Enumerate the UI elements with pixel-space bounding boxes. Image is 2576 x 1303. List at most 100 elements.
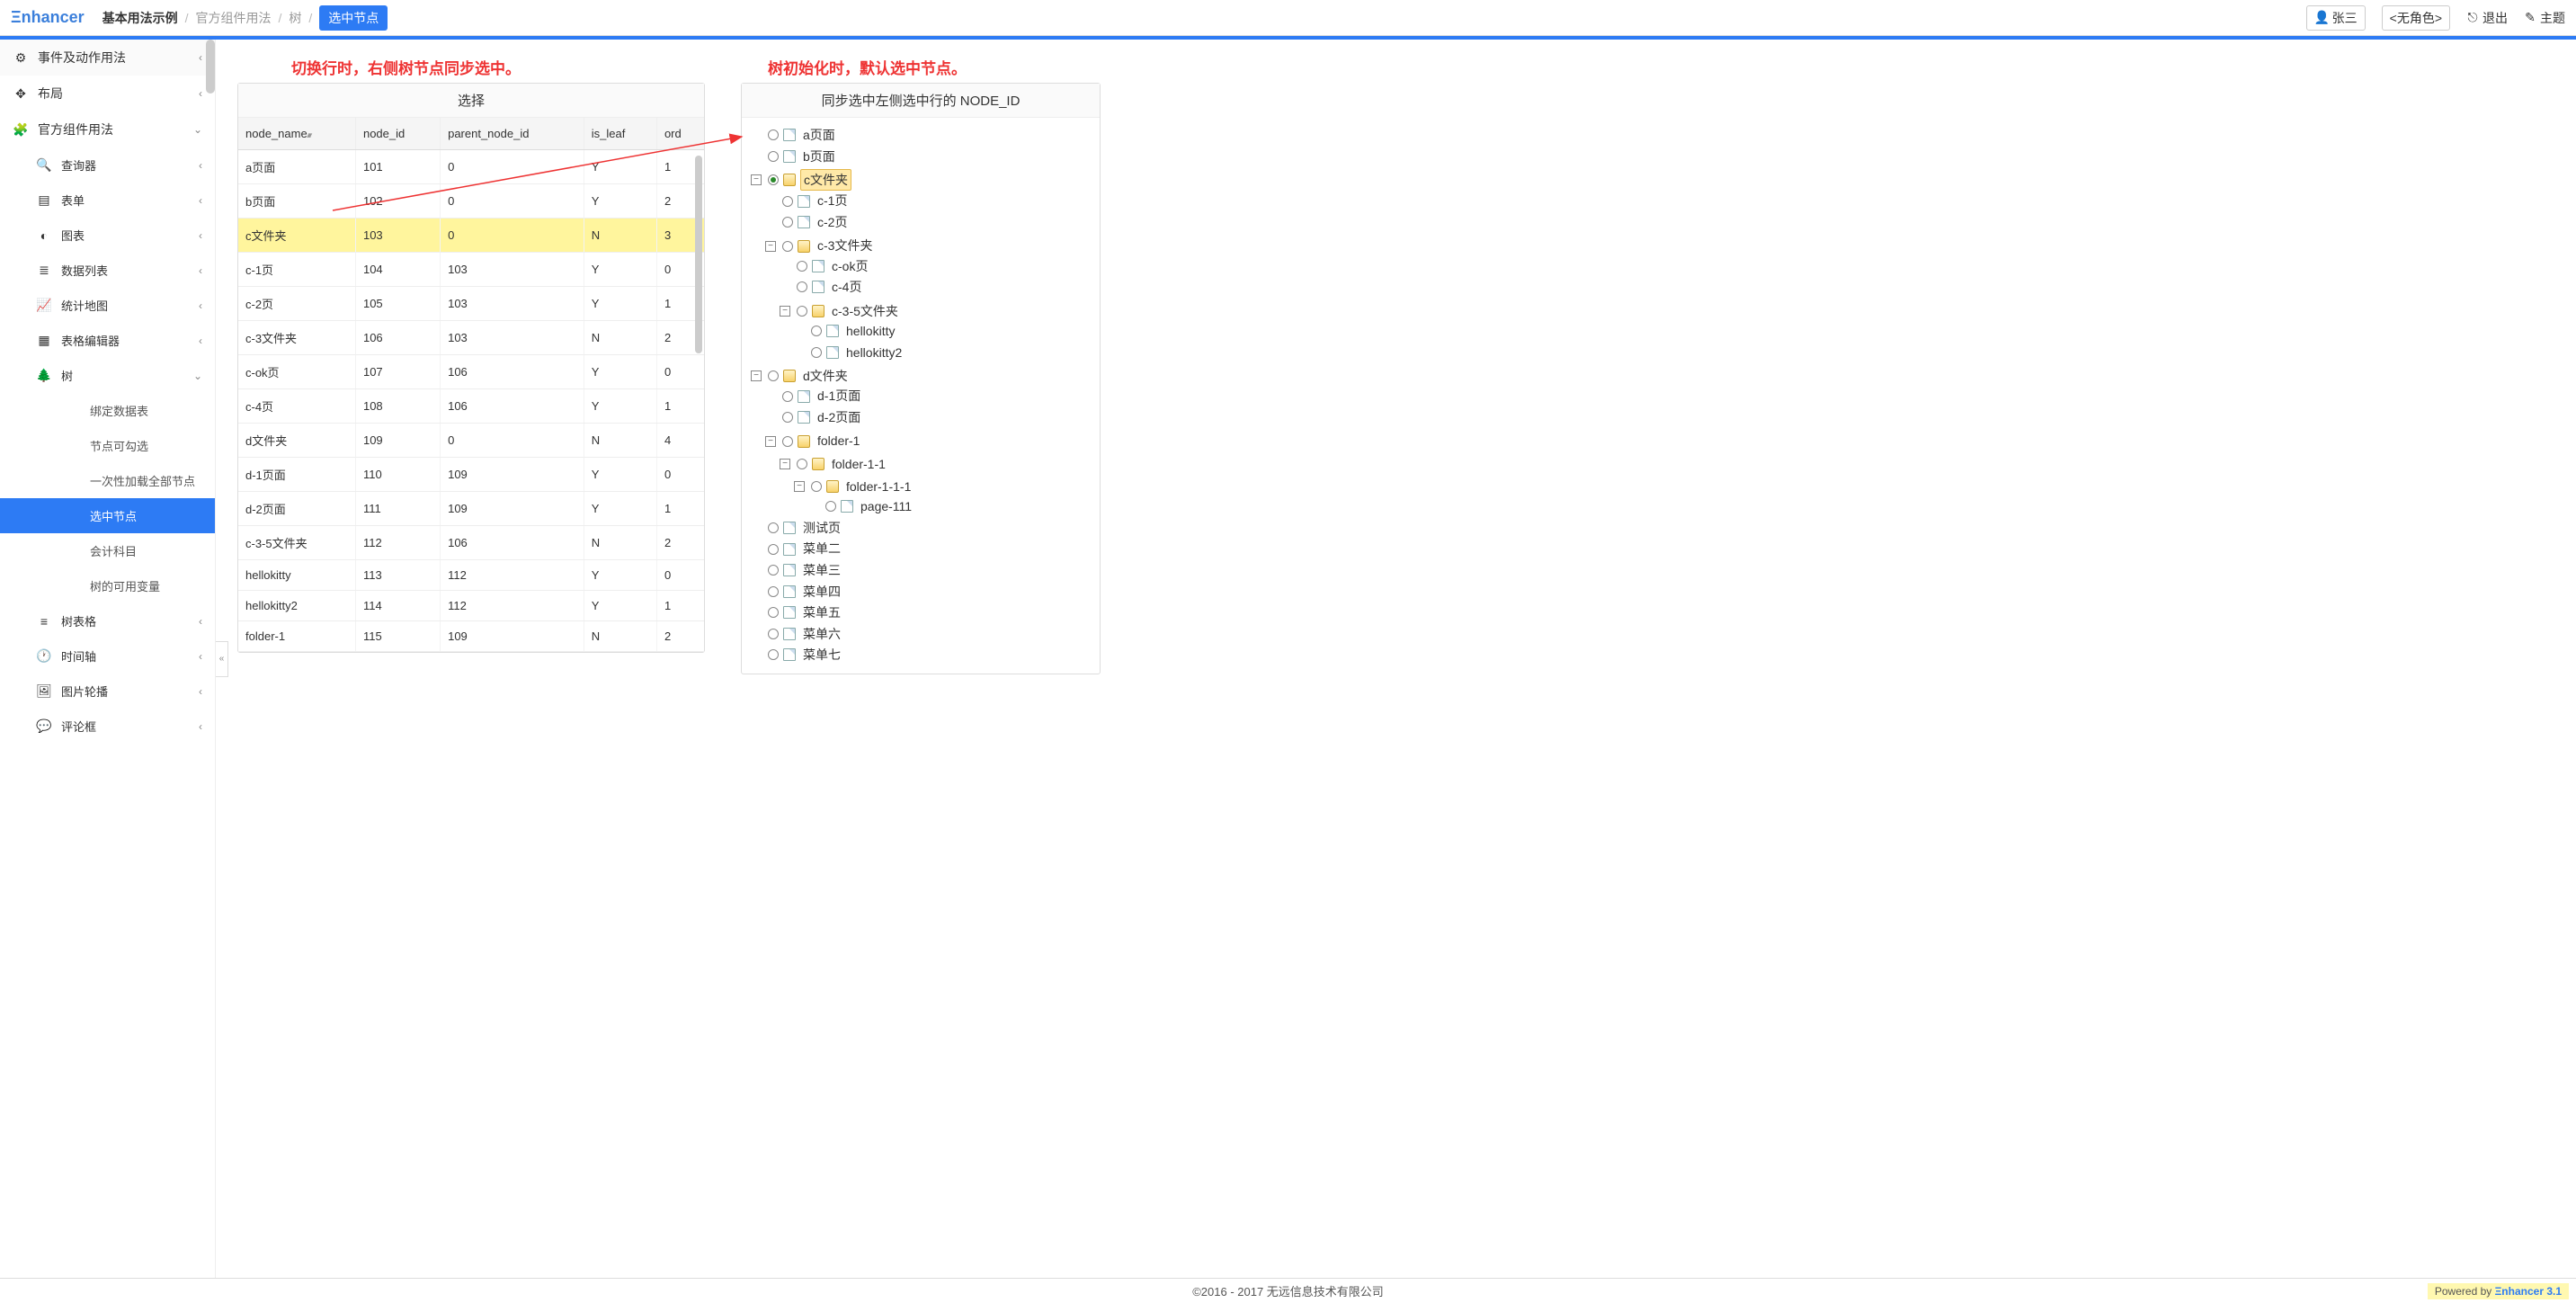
- tree-radio-icon[interactable]: [782, 241, 793, 252]
- sidebar-item-15[interactable]: 树的可用变量: [0, 568, 215, 603]
- tree-toggle-icon[interactable]: −: [780, 459, 790, 469]
- sidebar-scrollbar[interactable]: [206, 40, 215, 94]
- sidebar-item-12[interactable]: 一次性加载全部节点: [0, 463, 215, 498]
- sidebar-item-19[interactable]: 💬评论框‹: [0, 709, 215, 744]
- tree-radio-icon[interactable]: [797, 306, 807, 317]
- table-row[interactable]: d-2页面111109Y1: [238, 492, 704, 526]
- tree-node[interactable]: c-4页: [780, 277, 1091, 299]
- tree-radio-icon[interactable]: [768, 649, 779, 660]
- tree-node[interactable]: c-2页: [765, 212, 1091, 234]
- tree-node[interactable]: −d文件夹d-1页面d-2页面−folder-1−folder-1-1−fold…: [751, 363, 1091, 518]
- tree-node-label[interactable]: a页面: [800, 125, 838, 145]
- tree-radio-icon[interactable]: [768, 129, 779, 140]
- tree-node[interactable]: −folder-1-1−folder-1-1-1page-111: [780, 451, 1091, 518]
- table-row[interactable]: a页面1010Y1: [238, 150, 704, 184]
- tree-radio-icon[interactable]: [811, 347, 822, 358]
- tree-node-label[interactable]: folder-1-1-1: [843, 477, 914, 496]
- tree-node[interactable]: 菜单六: [751, 624, 1091, 646]
- sidebar-item-6[interactable]: ≣数据列表‹: [0, 253, 215, 288]
- breadcrumb-root[interactable]: 基本用法示例: [103, 9, 178, 27]
- tree-node-label[interactable]: d文件夹: [800, 366, 851, 386]
- table-row[interactable]: c-1页104103Y0: [238, 253, 704, 287]
- tree-toggle-icon[interactable]: −: [765, 241, 776, 252]
- column-header-parent_node_id[interactable]: parent_node_id: [441, 118, 584, 150]
- table-row[interactable]: c-2页105103Y1: [238, 287, 704, 321]
- tree-node[interactable]: 菜单二: [751, 539, 1091, 560]
- tree-node-label[interactable]: c-2页: [815, 212, 850, 232]
- breadcrumb-item-0[interactable]: 官方组件用法: [196, 9, 272, 27]
- tree-toggle-icon[interactable]: −: [751, 370, 762, 381]
- sidebar-item-11[interactable]: 节点可勾选: [0, 428, 215, 463]
- tree-node-label[interactable]: hellokitty2: [843, 343, 905, 362]
- tree-radio-icon[interactable]: [768, 174, 779, 185]
- tree-node[interactable]: c-ok页: [780, 256, 1091, 278]
- table-row[interactable]: b页面1020Y2: [238, 184, 704, 219]
- tree-node[interactable]: hellokitty2: [794, 343, 1091, 364]
- table-row[interactable]: c-3-5文件夹112106N2: [238, 526, 704, 560]
- sidebar-item-4[interactable]: ▤表单‹: [0, 183, 215, 218]
- theme-button[interactable]: ✎ 主题: [2524, 9, 2565, 27]
- logout-button[interactable]: ⎋ 退出: [2466, 9, 2508, 27]
- tree-node[interactable]: 菜单五: [751, 602, 1091, 624]
- tree-node[interactable]: a页面: [751, 125, 1091, 147]
- tree-radio-icon[interactable]: [825, 501, 836, 512]
- tree-toggle-icon[interactable]: −: [780, 306, 790, 317]
- tree-node-label[interactable]: 菜单七: [800, 645, 843, 665]
- tree-radio-icon[interactable]: [768, 544, 779, 555]
- tree-toggle-icon[interactable]: −: [794, 481, 805, 492]
- tree-node-label[interactable]: c-4页: [829, 277, 864, 297]
- tree-node[interactable]: 菜单四: [751, 582, 1091, 603]
- tree-node-label[interactable]: c-3文件夹: [815, 236, 875, 255]
- tree-node-label[interactable]: c-ok页: [829, 256, 870, 276]
- table-row[interactable]: hellokitty113112Y0: [238, 560, 704, 591]
- tree-radio-icon[interactable]: [782, 436, 793, 447]
- sidebar-item-17[interactable]: 🕐时间轴‹: [0, 638, 215, 674]
- tree-toggle-icon[interactable]: −: [751, 174, 762, 185]
- tree-toggle-icon[interactable]: −: [765, 436, 776, 447]
- tree-node-label[interactable]: 菜单五: [800, 602, 843, 622]
- sidebar-item-5[interactable]: ◐图表‹: [0, 218, 215, 253]
- tree-node[interactable]: −folder-1−folder-1-1−folder-1-1-1page-11…: [765, 429, 1091, 518]
- tree-node-label[interactable]: 菜单二: [800, 539, 843, 558]
- sidebar-collapse-handle[interactable]: «: [216, 641, 228, 677]
- tree-node[interactable]: hellokitty: [794, 321, 1091, 343]
- tree-node-label[interactable]: b页面: [800, 147, 838, 166]
- column-header-is_leaf[interactable]: is_leaf: [584, 118, 656, 150]
- sidebar-item-7[interactable]: 📈统计地图‹: [0, 288, 215, 323]
- tree-radio-icon[interactable]: [768, 370, 779, 381]
- tree-node[interactable]: −c文件夹c-1页c-2页−c-3文件夹c-ok页c-4页−c-3-5文件夹he…: [751, 167, 1091, 363]
- tree-node-label[interactable]: c-3-5文件夹: [829, 301, 901, 321]
- tree-node[interactable]: 测试页: [751, 518, 1091, 540]
- column-header-node_name[interactable]: node_name: [238, 118, 355, 150]
- tree-node[interactable]: − folder-1-1-1page-111: [794, 474, 1091, 518]
- sidebar-item-14[interactable]: 会计科目: [0, 533, 215, 568]
- tree-radio-icon[interactable]: [811, 326, 822, 336]
- tree-radio-icon[interactable]: [768, 629, 779, 639]
- tree-radio-icon[interactable]: [768, 607, 779, 618]
- tree-radio-icon[interactable]: [782, 196, 793, 207]
- user-badge[interactable]: 👤 张三: [2306, 5, 2366, 31]
- table-row[interactable]: c-3文件夹106103N2: [238, 321, 704, 355]
- table-row[interactable]: c-ok页107106Y0: [238, 355, 704, 389]
- tree-radio-icon[interactable]: [768, 151, 779, 162]
- sidebar-item-2[interactable]: 🧩官方组件用法⌄: [0, 112, 215, 147]
- sidebar-item-9[interactable]: 🌲树⌄: [0, 358, 215, 393]
- tree-node[interactable]: − c-3-5文件夹hellokittyhellokitty2: [780, 299, 1091, 363]
- sidebar-item-1[interactable]: ✥布局‹: [0, 76, 215, 112]
- tree-node-label[interactable]: 菜单四: [800, 582, 843, 602]
- tree-node-label[interactable]: 测试页: [800, 518, 843, 538]
- tree-node-label[interactable]: c文件夹: [800, 169, 851, 191]
- table-row[interactable]: c文件夹1030N3: [238, 219, 704, 253]
- column-header-node_id[interactable]: node_id: [355, 118, 440, 150]
- tree-node-label[interactable]: page-111: [858, 496, 914, 516]
- tree-radio-icon[interactable]: [768, 586, 779, 597]
- tree-node[interactable]: d-2页面: [765, 407, 1091, 429]
- tree-radio-icon[interactable]: [782, 391, 793, 402]
- sidebar-item-0[interactable]: ⚙事件及动作用法‹: [0, 40, 215, 76]
- tree-radio-icon[interactable]: [768, 565, 779, 576]
- tree-node-label[interactable]: 菜单三: [800, 560, 843, 580]
- breadcrumb-item-1[interactable]: 树: [289, 9, 301, 27]
- tree-radio-icon[interactable]: [782, 412, 793, 423]
- tree-node-label[interactable]: c-1页: [815, 191, 850, 210]
- table-row[interactable]: d文件夹1090N4: [238, 424, 704, 458]
